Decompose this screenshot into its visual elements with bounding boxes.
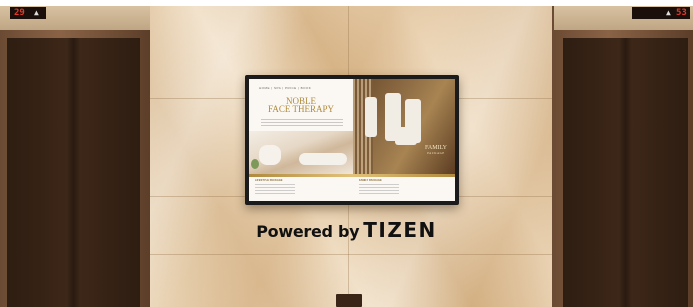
noble-title-line: FACE THERAPY (268, 104, 334, 114)
right-floor-number: 53 (676, 8, 687, 18)
powered-by-label: Powered by (256, 222, 360, 241)
screen-nav: HOME | SPA | PRICE | BOOK (259, 86, 312, 90)
elevator-call-panel (336, 294, 362, 307)
wall-seam (150, 254, 552, 255)
up-arrow-icon: ▲ (34, 8, 39, 17)
tizen-logo: TIZEN (363, 218, 437, 242)
powered-by-tizen: Powered by TIZEN (0, 218, 693, 242)
right-floor-display: ▲ 53 (632, 7, 690, 19)
left-floor-number: 29 (14, 8, 25, 18)
noble-face-therapy-title: NOBLE FACE THERAPY (249, 97, 353, 114)
left-elevator-door (7, 38, 140, 307)
digital-signage-monitor: HOME | SPA | PRICE | BOOK NOBLE FACE THE… (245, 75, 459, 205)
footer-text-lines (359, 184, 399, 194)
footer-column-right: FAMILY PACKAGE (359, 179, 439, 194)
footer-column-left: LIFESTYLE PACKAGE (255, 179, 335, 194)
right-elevator-door (563, 38, 688, 307)
spa-treatment-photo (249, 131, 353, 174)
footer-heading: FAMILY PACKAGE (359, 179, 382, 182)
spa-client (299, 153, 347, 165)
footer-heading: LIFESTYLE PACKAGE (255, 179, 283, 182)
family-member (395, 127, 417, 145)
gold-divider (249, 174, 455, 177)
family-package-photo: FAMILY PACKAGE (353, 79, 455, 174)
noble-subtitle-text (261, 119, 343, 127)
family-title-sub: PACKAGE (427, 151, 445, 155)
family-member (365, 97, 377, 137)
family-package-title: FAMILY PACKAGE (425, 145, 447, 156)
spa-therapist (259, 145, 281, 165)
spa-plant (251, 159, 259, 169)
elevator-lobby-scene: 29 ▲ ▲ 53 HOME | SPA | PRICE | BOOK NOBL… (0, 0, 693, 307)
footer-text-lines (255, 184, 295, 194)
up-arrow-icon: ▲ (666, 8, 671, 17)
signage-screen: HOME | SPA | PRICE | BOOK NOBLE FACE THE… (249, 79, 455, 201)
left-floor-display: 29 ▲ (10, 7, 46, 19)
